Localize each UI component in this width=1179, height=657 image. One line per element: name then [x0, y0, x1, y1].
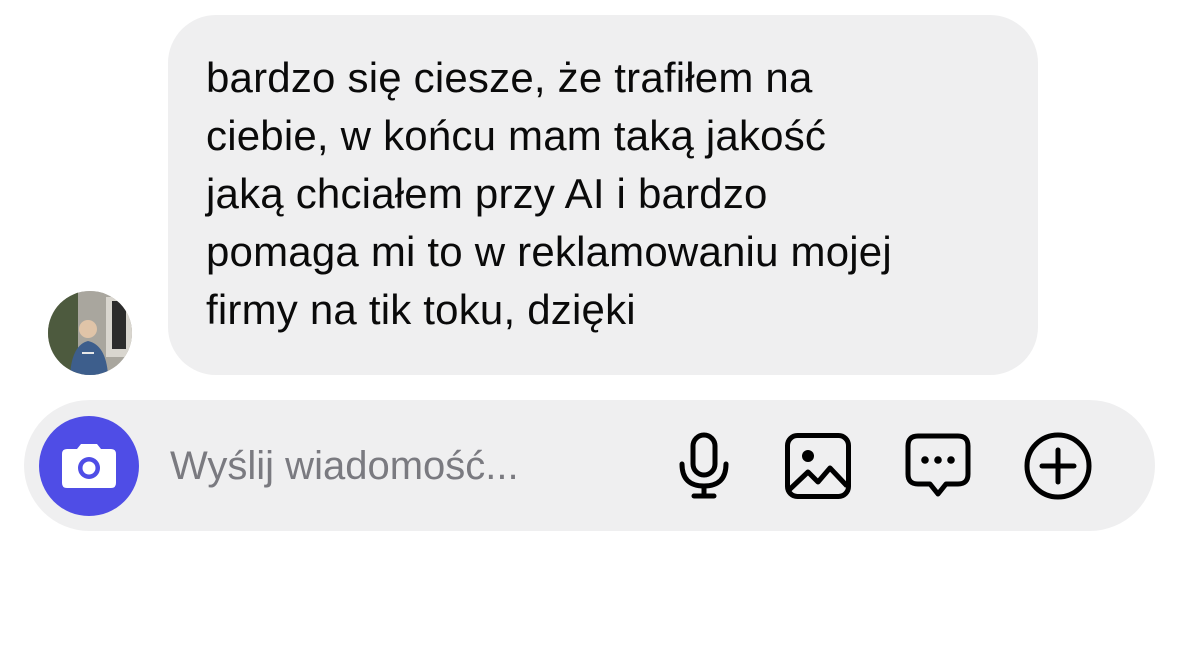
- message-text: bardzo się ciesze, że trafiłem na ciebie…: [206, 54, 892, 333]
- gallery-button[interactable]: [782, 430, 854, 502]
- plus-circle-icon: [1024, 432, 1092, 500]
- microphone-button[interactable]: [668, 430, 740, 502]
- microphone-icon: [679, 432, 729, 499]
- gallery-icon: [785, 433, 851, 499]
- chat-bubble-icon: [905, 433, 971, 497]
- message-input[interactable]: [170, 436, 630, 496]
- camera-icon: [62, 444, 116, 488]
- message-composer: [24, 400, 1155, 531]
- more-options-button[interactable]: [1022, 430, 1094, 502]
- chat-bubble-button[interactable]: [902, 430, 974, 502]
- sender-avatar[interactable]: [48, 291, 132, 375]
- incoming-message-bubble[interactable]: bardzo się ciesze, że trafiłem na ciebie…: [168, 15, 1038, 375]
- camera-button[interactable]: [39, 416, 139, 516]
